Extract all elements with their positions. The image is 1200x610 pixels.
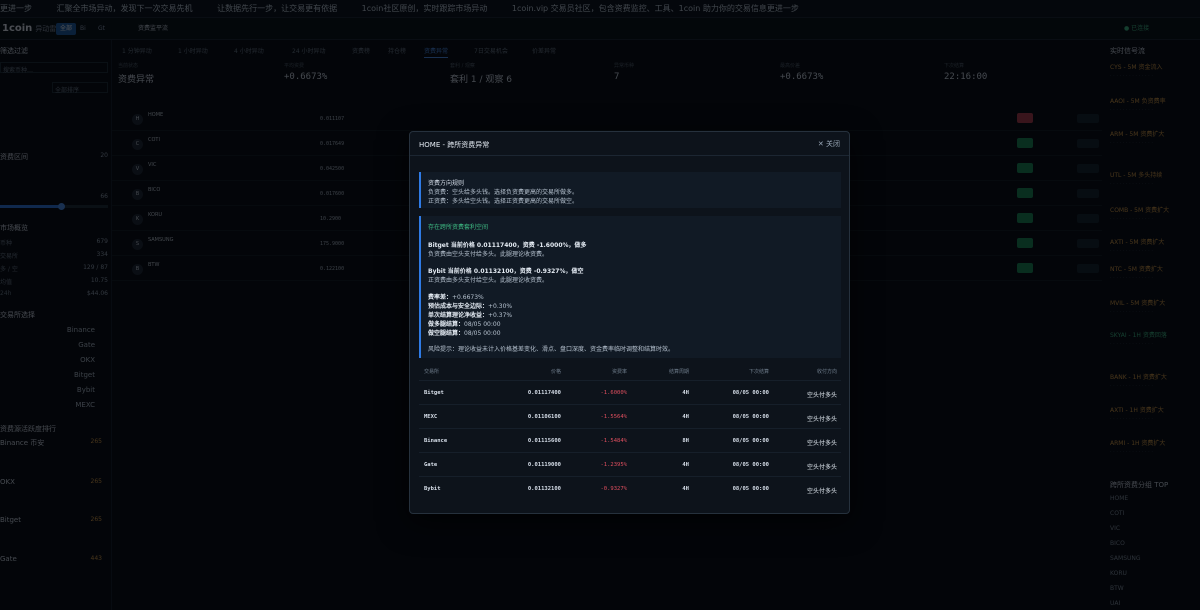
- modal-header: HOME - 跨所资费异常 ✕ 关闭: [410, 132, 849, 156]
- table-row[interactable]: Bybit 0.01132100 -0.9327% 4H 08/05 00:00…: [419, 476, 841, 500]
- rule-negative: 负资费：空头给多头钱。选择负资费更高的交易所做多。: [428, 189, 579, 196]
- risk-note: 风险提示：理论收益未计入价格基差变化、滑点、盘口深度、资金费率临时调整和结算时效…: [428, 346, 675, 353]
- table-row[interactable]: MEXC 0.01106100 -1.5564% 4H 08/05 00:00 …: [419, 404, 841, 428]
- col-cycle: 结算周期: [668, 369, 689, 375]
- rule-positive: 正资费：多头给空头钱。选择正资费更高的交易所做空。: [428, 198, 579, 205]
- arbitrage-panel: 存在跨所资费套利空间 Bitget 当前价格 0.01117400，资费 -1.…: [419, 216, 841, 358]
- table-row[interactable]: Binance 0.01115600 -1.5484% 8H 08/05 00:…: [419, 428, 841, 452]
- app-root: 更进一步 汇聚全市场异动，发现下一次交易先机 让数据先行一步，让交易更有依据 1…: [0, 0, 1200, 610]
- rule-title: 资费方向规则: [428, 180, 465, 187]
- col-direction: 收付方向: [816, 369, 837, 375]
- table-row[interactable]: Gate 0.01119000 -1.2395% 4H 08/05 00:00 …: [419, 452, 841, 476]
- bybit-note: 正资费由多头支付给空头。此腿理论收资费。: [428, 277, 549, 284]
- net-line: 单次结算理论净收益：+0.37%: [428, 312, 513, 319]
- table-row[interactable]: Bitget 0.01117400 -1.6000% 4H 08/05 00:0…: [419, 380, 841, 404]
- col-price: 价格: [550, 369, 561, 375]
- bitget-note: 负资费由空头支付给多头。此腿理论收资费。: [428, 251, 549, 258]
- short-settle-line: 做空腿结算：08/05 00:00: [428, 330, 501, 337]
- bitget-leg: Bitget 当前价格 0.01117400，资费 -1.6000%，做多: [428, 242, 587, 249]
- col-exchange: 交易所: [424, 369, 440, 375]
- funding-anomaly-modal: HOME - 跨所资费异常 ✕ 关闭 资费方向规则 负资费：空头给多头钱。选择负…: [409, 131, 850, 514]
- arbitrage-title: 存在跨所资费套利空间: [428, 224, 489, 231]
- col-rate: 资费率: [611, 369, 627, 375]
- bybit-leg: Bybit 当前价格 0.01132100，资费 -0.9327%，做空: [428, 268, 584, 275]
- spread-line: 费率差：+0.6673%: [428, 294, 484, 301]
- modal-title: HOME - 跨所资费异常: [419, 141, 490, 149]
- rule-panel: 资费方向规则 负资费：空头给多头钱。选择负资费更高的交易所做多。 正资费：多头给…: [419, 172, 841, 208]
- close-button[interactable]: ✕ 关闭: [818, 139, 840, 149]
- long-settle-line: 做多腿结算：08/05 00:00: [428, 321, 501, 328]
- cost-line: 预估成本与安全边际：+0.30%: [428, 303, 513, 310]
- col-next: 下次结算: [748, 369, 769, 375]
